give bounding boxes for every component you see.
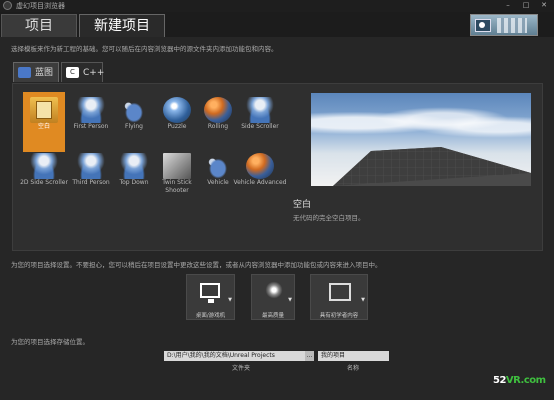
template-vehicle-advanced[interactable]: Vehicle Advanced [233, 148, 287, 208]
template-third-person[interactable]: Third Person [70, 148, 112, 208]
template-preview-image [311, 93, 531, 186]
blank-template-icon [30, 97, 58, 123]
vehicle-icon [204, 153, 232, 179]
top-down-icon [120, 153, 148, 179]
quality-label: 最高质量 [261, 313, 284, 319]
title-bar: 虚幻项目浏览器 – □ ✕ [0, 0, 554, 12]
main-tab-bar: 项目 新建项目 [0, 12, 554, 37]
preview-title: 空白 [293, 200, 312, 210]
twin-stick-shooter-icon [163, 153, 191, 179]
banner-graphic [497, 18, 527, 33]
marketplace-icon [475, 19, 491, 32]
template-label: Vehicle Advanced [233, 179, 287, 186]
floor-grid [333, 147, 531, 186]
folder-path-input[interactable]: D:\用户\我的\我的文档\Unreal Projects [164, 351, 312, 361]
unreal-logo-icon [3, 1, 12, 10]
marketplace-banner[interactable] [470, 14, 538, 36]
template-puzzle[interactable]: Puzzle [156, 92, 198, 152]
template-description: 选择模板来作为新工程的基础。您可以随后在内容浏览器中的源文件夹内添加功能包和内容… [11, 45, 278, 53]
puzzle-icon [163, 97, 191, 123]
project-name-input[interactable]: 我的项目 [318, 351, 389, 361]
template-label: 2D Side Scroller [20, 179, 68, 186]
watermark-text: VR.com [505, 375, 546, 386]
project-browser-window: 虚幻项目浏览器 – □ ✕ 项目 新建项目 选择模板来作为新工程的基础。您可以随… [0, 0, 554, 400]
template-vehicle[interactable]: Vehicle [197, 148, 239, 208]
tab-projects[interactable]: 项目 [1, 14, 77, 37]
window-title: 虚幻项目浏览器 [16, 2, 65, 10]
starter-content-dropdown[interactable]: ▼ 具有初学者内容 [310, 274, 368, 320]
tab-cpp-label: C++ [83, 68, 105, 78]
template-first-person[interactable]: First Person [70, 92, 112, 152]
platform-dropdown[interactable]: ▼ 桌面/游戏机 [186, 274, 235, 320]
template-label: Side Scroller [241, 123, 279, 130]
template-rolling[interactable]: Rolling [197, 92, 239, 152]
watermark-prefix: 52 [493, 375, 506, 386]
flying-icon [120, 97, 148, 123]
quality-star-icon [264, 280, 284, 300]
first-person-icon [77, 97, 105, 123]
2d-side-scroller-icon [30, 153, 58, 179]
blueprint-icon [18, 67, 31, 78]
cpp-icon: C [66, 67, 79, 78]
rolling-icon [204, 97, 232, 123]
dropdown-arrow-icon: ▼ [361, 297, 365, 303]
preview-description: 无代码的完全空白项目。 [293, 214, 365, 222]
template-twin-stick-shooter[interactable]: Twin Stick Shooter [156, 148, 198, 208]
tab-cpp[interactable]: C C++ [61, 62, 105, 82]
dropdown-arrow-icon: ▼ [288, 297, 292, 303]
tab-new-project[interactable]: 新建项目 [79, 14, 165, 37]
quality-dropdown[interactable]: ▼ 最高质量 [251, 274, 295, 320]
template-top-down[interactable]: Top Down [113, 148, 155, 208]
tab-blueprint[interactable]: 蓝图 [13, 62, 59, 82]
browse-button[interactable]: … [305, 351, 314, 361]
sky-clouds [311, 103, 531, 143]
watermark: 52VR.com [493, 375, 546, 386]
minimize-button[interactable]: – [502, 1, 514, 10]
tab-blueprint-label: 蓝图 [35, 68, 54, 78]
template-2d-side-scroller[interactable]: 2D Side Scroller [20, 148, 68, 208]
maximize-button[interactable]: □ [520, 1, 532, 10]
template-blank[interactable]: 空白 [23, 92, 65, 152]
monitor-icon [200, 283, 220, 303]
settings-heading: 为您的项目选择设置。不要担心，您可以稍后在项目设置中更改这些设置，或者从内容浏览… [11, 261, 382, 269]
folder-label: 文件夹 [232, 365, 251, 372]
third-person-icon [77, 153, 105, 179]
platform-label: 桌面/游戏机 [195, 313, 226, 319]
starter-content-icon [329, 283, 351, 301]
template-side-scroller[interactable]: Side Scroller [239, 92, 281, 152]
name-label: 名称 [347, 365, 360, 372]
side-scroller-icon [246, 97, 274, 123]
dropdown-arrow-icon: ▼ [228, 297, 232, 303]
template-label: 空白 [37, 123, 50, 130]
vehicle-advanced-icon [246, 153, 274, 179]
starter-content-label: 具有初学者内容 [319, 313, 359, 319]
close-button[interactable]: ✕ [538, 1, 550, 10]
template-flying[interactable]: Flying [113, 92, 155, 152]
location-heading: 为您的项目选择存储位置。 [11, 338, 89, 346]
